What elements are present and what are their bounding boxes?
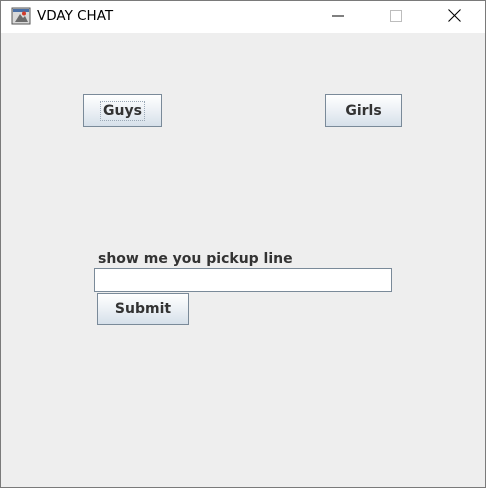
- pickup-line-label: show me you pickup line: [98, 251, 293, 267]
- pickup-line-input[interactable]: [94, 268, 392, 292]
- minimize-button[interactable]: [315, 1, 361, 31]
- girls-button[interactable]: Girls: [325, 94, 402, 127]
- title-bar[interactable]: VDAY CHAT: [1, 1, 485, 33]
- guys-button-label: Guys: [100, 100, 145, 121]
- content-pane: Guys Girls show me you pickup line Submi…: [1, 33, 485, 487]
- submit-button[interactable]: Submit: [97, 293, 189, 325]
- girls-button-label: Girls: [345, 102, 382, 119]
- minimize-icon: [332, 7, 344, 26]
- close-button[interactable]: [431, 1, 477, 31]
- maximize-icon: [390, 7, 402, 26]
- window-title: VDAY CHAT: [37, 8, 114, 24]
- close-icon: [447, 7, 461, 26]
- java-app-icon: [11, 7, 31, 25]
- app-window: VDAY CHAT Guys Girls show me you pickup …: [0, 0, 486, 488]
- submit-button-label: Submit: [114, 301, 172, 317]
- maximize-button[interactable]: [373, 1, 419, 31]
- guys-button[interactable]: Guys: [83, 94, 162, 127]
